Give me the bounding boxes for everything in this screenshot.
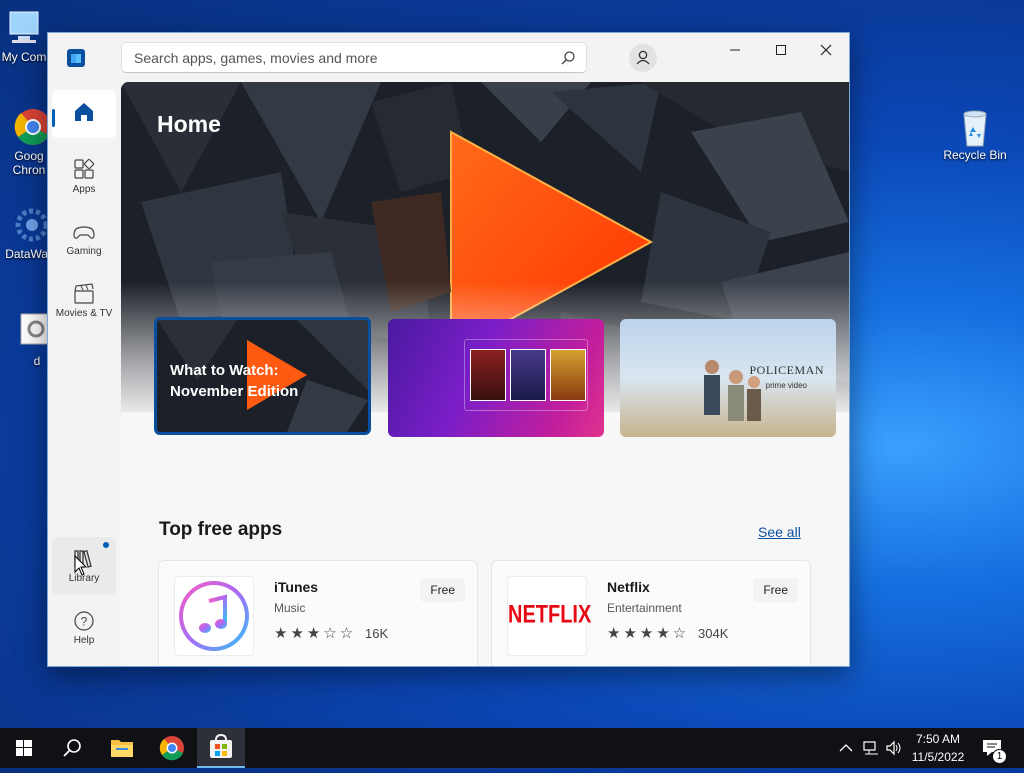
search-icon	[63, 739, 81, 757]
taskbar-file-explorer[interactable]	[98, 728, 146, 768]
search-box[interactable]	[121, 42, 587, 73]
desktop-icon-recycle-bin[interactable]: Recycle Bin	[937, 106, 1013, 162]
search-icon[interactable]	[560, 50, 576, 66]
nav-item-home[interactable]	[52, 90, 116, 138]
chrome-icon	[13, 107, 48, 147]
chrome-icon	[159, 736, 184, 761]
folder-icon	[111, 740, 133, 757]
search-input[interactable]	[132, 49, 556, 67]
rating-count: 304K	[698, 626, 729, 641]
app-card-itunes[interactable]: iTunes Music ★★★☆☆ 16K Free	[158, 560, 478, 666]
nav-item-apps[interactable]: Apps	[52, 148, 116, 206]
desktop-icons-left: My Com Goog Chron DataWag d	[0, 0, 48, 400]
clock-time[interactable]: 7:50 AM	[903, 732, 973, 746]
update-badge	[103, 542, 109, 548]
movie-poster	[470, 349, 506, 401]
gear-network-icon	[10, 205, 48, 245]
nav-item-help[interactable]: ? Help	[52, 599, 116, 657]
close-button[interactable]	[803, 33, 849, 65]
star-rating: ★★★☆☆	[274, 625, 357, 642]
featured-card-what-to-watch[interactable]: What to Watch: November Edition	[154, 317, 371, 435]
minimize-icon	[730, 49, 740, 51]
taskbar-chrome[interactable]	[148, 728, 196, 768]
microsoft-store-icon	[67, 49, 85, 67]
nav-label: Movies & TV	[55, 308, 113, 319]
windows-logo-icon	[16, 740, 32, 756]
home-icon	[72, 90, 96, 124]
itunes-logo	[174, 576, 254, 656]
movie-poster	[550, 349, 586, 401]
person-icon	[636, 50, 650, 65]
nav-item-gaming[interactable]: Gaming	[52, 210, 116, 268]
nav-label: Apps	[72, 184, 96, 195]
taskbar: 7:50 AM 11/5/2022 1	[0, 728, 1024, 768]
title-bar	[48, 33, 849, 82]
clock-date[interactable]: 11/5/2022	[903, 750, 973, 764]
card-artwork	[704, 360, 761, 421]
help-icon: ?	[72, 599, 96, 633]
app-category: Entertainment	[607, 601, 682, 615]
recycle-bin-icon	[955, 106, 995, 147]
nav-label: Gaming	[66, 246, 102, 257]
card-title: What to Watch: November Edition	[170, 362, 299, 400]
app-card-netflix[interactable]: NETFLIX Netflix Entertainment ★★★★☆ 304K…	[491, 560, 811, 666]
app-category: Music	[274, 601, 306, 615]
see-all-link[interactable]: See all	[758, 524, 801, 540]
featured-card-policeman[interactable]: POLICEMAN prime video	[620, 319, 836, 437]
clapperboard-icon	[72, 272, 96, 306]
desktop-icon-google-chrome[interactable]: Goog Chron	[0, 107, 48, 177]
chevron-up-icon[interactable]	[838, 740, 854, 756]
nav-label: Help	[73, 635, 95, 646]
taskbar-search-button[interactable]	[48, 728, 96, 768]
start-button[interactable]	[0, 728, 48, 768]
svg-text:?: ?	[81, 615, 88, 629]
action-center-button[interactable]: 1	[980, 736, 1007, 764]
nav-item-movies-tv[interactable]: Movies & TV	[52, 272, 116, 330]
maximize-icon	[776, 45, 786, 55]
price-badge[interactable]: Free	[753, 578, 798, 602]
microsoft-store-window: Apps Gaming Movies & TV Library ? Help	[47, 32, 850, 667]
gamepad-icon	[72, 210, 96, 244]
notification-count: 1	[992, 749, 1007, 764]
page-title: Home	[157, 111, 221, 137]
desktop-icon-label: DataWag	[5, 247, 48, 261]
desktop-icon-label: Recycle Bin	[943, 148, 1007, 162]
maximize-button[interactable]	[758, 33, 804, 65]
account-button[interactable]	[629, 44, 657, 72]
network-icon[interactable]	[862, 740, 880, 756]
price-badge[interactable]: Free	[420, 578, 465, 602]
rating-count: 16K	[365, 626, 389, 641]
section-title: Top free apps	[159, 519, 283, 540]
computer-icon	[4, 8, 44, 48]
card-title: POLICEMAN	[749, 363, 824, 377]
featured-card-movies[interactable]	[388, 319, 604, 437]
desktop-icon-datawag[interactable]: DataWag	[0, 205, 48, 261]
star-rating: ★★★★☆	[607, 625, 690, 642]
minimize-button[interactable]	[712, 33, 758, 65]
desktop-icon-d[interactable]: d	[0, 312, 48, 368]
movie-poster	[510, 349, 546, 401]
active-indicator	[52, 109, 55, 127]
main-content: Home What to Watch: November Edition POL…	[121, 82, 849, 666]
mouse-cursor-icon	[74, 555, 88, 576]
netflix-logo: NETFLIX	[507, 576, 591, 656]
desktop-icon-my-computer[interactable]: My Com	[0, 8, 48, 64]
app-name: iTunes	[274, 579, 319, 595]
app-name: Netflix	[607, 579, 650, 595]
taskbar-microsoft-store[interactable]	[197, 728, 245, 768]
card-subtitle: prime video	[765, 381, 807, 390]
settings-file-icon	[17, 312, 48, 352]
volume-icon[interactable]	[885, 740, 903, 756]
apps-icon	[72, 148, 96, 182]
store-bag-icon	[210, 733, 232, 758]
close-icon	[820, 44, 832, 56]
desktop-icon-label: My Com	[1, 50, 47, 64]
left-navigation: Apps Gaming Movies & TV Library ? Help	[48, 82, 121, 666]
desktop-icon-label: d	[33, 354, 41, 368]
desktop-icon-label: Goog Chron	[12, 149, 46, 177]
